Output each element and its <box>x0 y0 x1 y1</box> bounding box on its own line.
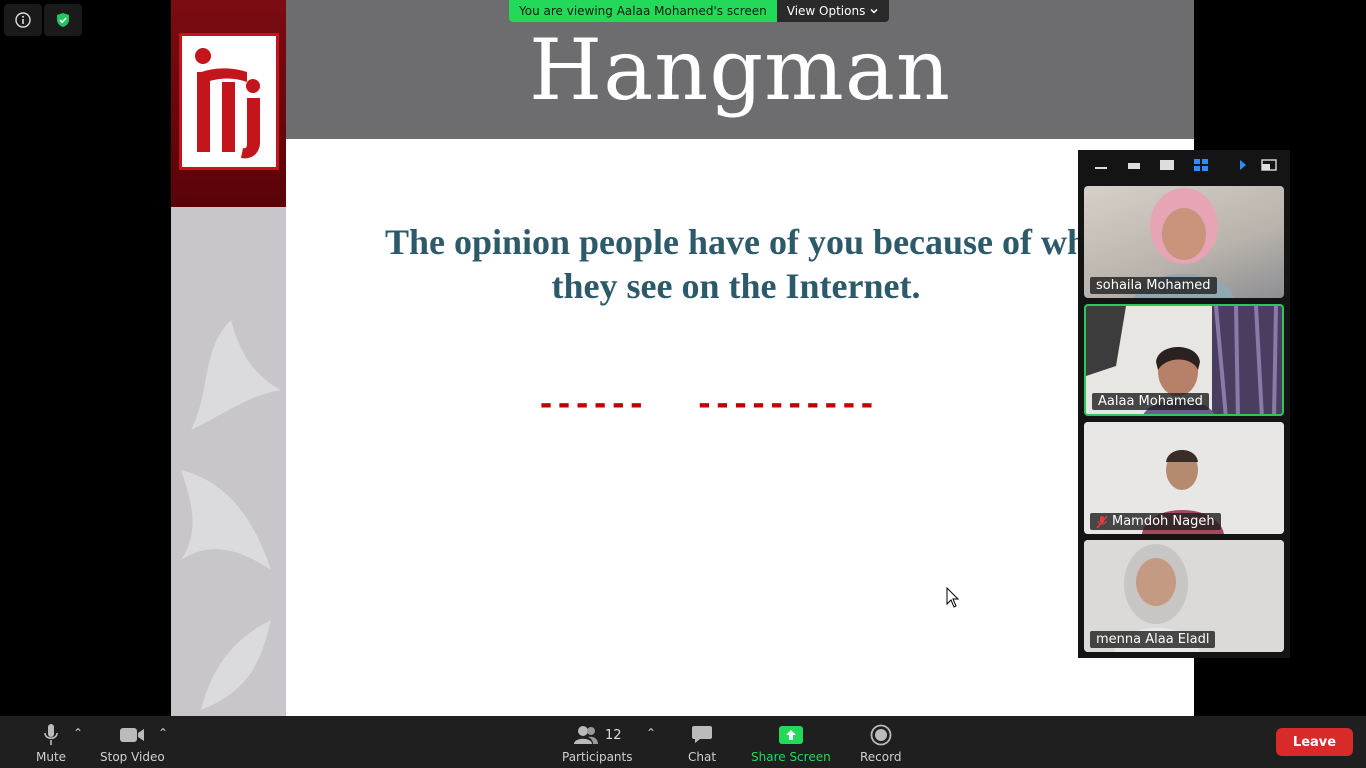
participant-name-tag: Aalaa Mohamed <box>1092 393 1209 410</box>
view-options-button[interactable]: View Options <box>776 0 890 22</box>
participant-name: menna Alaa Eladl <box>1096 632 1210 647</box>
speaker-view-button[interactable] <box>1155 154 1180 176</box>
hangman-blanks: ------ ---------- <box>537 388 876 422</box>
microphone-icon <box>44 724 58 745</box>
video-camera-icon <box>120 728 145 742</box>
strip-view-icon <box>1128 163 1141 169</box>
blank-word-2: ---------- <box>695 387 876 422</box>
exit-fullscreen-button[interactable] <box>1257 154 1282 176</box>
slide-title: Hangman <box>528 21 952 119</box>
participant-name: Aalaa Mohamed <box>1098 394 1203 409</box>
participant-name-tag: Mamdoh Nageh <box>1090 513 1221 530</box>
gallery-view-button[interactable] <box>1188 154 1213 176</box>
participant-name: sohaila Mohamed <box>1096 278 1211 293</box>
video-options-caret-icon[interactable]: ⌃ <box>158 726 168 740</box>
info-button[interactable] <box>4 4 42 36</box>
share-screen-label: Share Screen <box>751 750 831 764</box>
shield-check-icon <box>57 13 69 27</box>
view-options-label: View Options <box>786 4 866 18</box>
share-screen-icon <box>778 726 803 744</box>
viewing-screen-label: You are viewing Aalaa Mohamed's screen <box>509 0 777 22</box>
iti-logo-mark <box>195 47 260 158</box>
floral-decoration <box>181 470 271 570</box>
gallery-toolbar <box>1078 150 1290 180</box>
chat-bubble-icon <box>692 726 713 743</box>
encryption-button[interactable] <box>44 4 82 36</box>
minimize-button[interactable] <box>1088 154 1113 176</box>
chevron-down-icon <box>870 8 878 14</box>
participants-button[interactable]: 12 Participants <box>562 722 633 764</box>
participant-name: Mamdoh Nageh <box>1112 514 1215 529</box>
stop-video-label: Stop Video <box>100 750 165 764</box>
chat-label: Chat <box>688 750 717 764</box>
participant-tile[interactable]: Mamdoh Nageh <box>1084 422 1284 534</box>
iti-logo <box>179 33 279 170</box>
participant-tile-active-speaker[interactable]: Aalaa Mohamed <box>1084 304 1284 416</box>
floral-decoration <box>201 620 271 710</box>
meeting-toolbar: Mute ⌃ Stop Video ⌃ 12 Participants ⌃ Ch… <box>0 716 1366 768</box>
side-by-side-icon <box>1261 159 1278 171</box>
audio-options-caret-icon[interactable]: ⌃ <box>73 726 83 740</box>
record-icon <box>870 724 892 746</box>
muted-mic-icon <box>1096 515 1108 528</box>
play-arrow-icon <box>1239 160 1246 170</box>
participants-count: 12 <box>604 727 622 743</box>
participant-name-tag: sohaila Mohamed <box>1090 277 1217 294</box>
share-banner: You are viewing Aalaa Mohamed's screen V… <box>509 0 890 22</box>
speaker-view-icon <box>1160 160 1175 170</box>
slide-question: The opinion people have of you because o… <box>341 220 1131 308</box>
slide-logo-band <box>171 0 286 207</box>
participant-tile[interactable]: sohaila Mohamed <box>1084 186 1284 298</box>
stop-video-button[interactable]: Stop Video <box>100 722 165 764</box>
gallery-view-icon <box>1193 159 1208 171</box>
participants-label: Participants <box>562 750 633 764</box>
chat-button[interactable]: Chat <box>688 722 716 764</box>
mute-label: Mute <box>36 750 67 764</box>
mouse-cursor-icon <box>946 587 960 608</box>
minimize-icon <box>1094 167 1107 169</box>
participants-icon <box>573 726 598 744</box>
question-line-2: they see on the Internet. <box>551 266 921 306</box>
share-screen-button[interactable]: Share Screen <box>751 722 831 764</box>
floral-decoration <box>191 320 281 430</box>
participant-tile[interactable]: menna Alaa Eladl <box>1084 540 1284 652</box>
participant-name-tag: menna Alaa Eladl <box>1090 631 1216 648</box>
info-icon <box>15 12 31 28</box>
record-button[interactable]: Record <box>860 722 901 764</box>
record-label: Record <box>860 750 902 764</box>
mute-button[interactable]: Mute <box>36 722 66 764</box>
hide-video-button[interactable] <box>1121 154 1146 176</box>
blank-word-1: ------ <box>537 387 646 422</box>
participants-options-caret-icon[interactable]: ⌃ <box>646 726 656 740</box>
video-gallery-panel: sohaila Mohamed Aalaa Mohamed Mamdoh Nag… <box>1078 150 1290 658</box>
question-line-1: The opinion people have of you because o… <box>384 222 1088 262</box>
next-page-button[interactable] <box>1233 154 1253 176</box>
shared-screen-area: Hangman The opinion people have of you b… <box>0 0 1366 716</box>
leave-button[interactable]: Leave <box>1276 728 1353 756</box>
meeting-info-bar <box>4 4 82 36</box>
presentation-slide: Hangman The opinion people have of you b… <box>171 0 1194 716</box>
